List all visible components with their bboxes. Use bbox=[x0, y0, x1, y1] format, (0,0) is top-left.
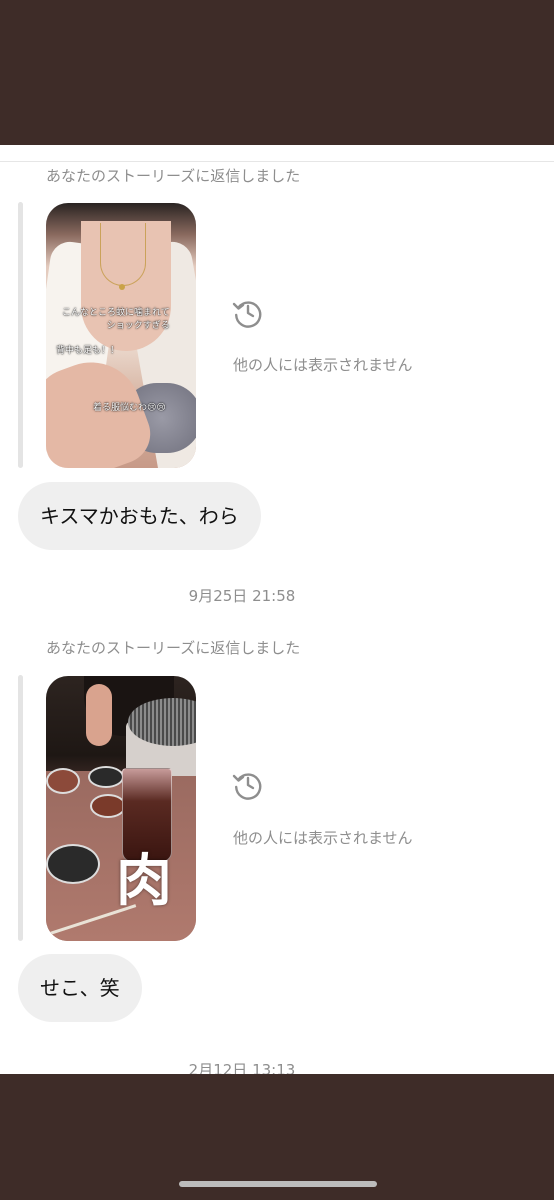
top-dark-area bbox=[0, 0, 554, 145]
history-icon bbox=[232, 301, 262, 328]
story-reply-note: あなたのストーリーズに返信しました bbox=[46, 167, 301, 185]
story-caption: 背中も足も！！ bbox=[56, 346, 120, 356]
photo-plate bbox=[46, 844, 100, 884]
timestamp: 2月12日 13:13 bbox=[188, 1061, 296, 1074]
quote-bar bbox=[18, 202, 23, 468]
story-reply-note: あなたのストーリーズに返信しました bbox=[46, 639, 301, 657]
timestamp: 9月25日 21:58 bbox=[188, 587, 296, 605]
bottom-dark-area bbox=[0, 1074, 554, 1200]
photo-necklace bbox=[100, 223, 146, 286]
photo-plate bbox=[90, 794, 126, 818]
home-indicator[interactable] bbox=[179, 1181, 377, 1187]
message-bubble[interactable]: キスマかおもた、わら bbox=[18, 482, 261, 550]
story-overlay-text: 肉 bbox=[116, 849, 172, 914]
quote-bar bbox=[18, 675, 23, 941]
story-caption: こんなところ蚊に噛まれて ショックすぎる bbox=[62, 308, 170, 331]
visibility-status: 他の人には表示されません bbox=[233, 829, 413, 847]
photo-plate bbox=[46, 768, 80, 794]
photo-pendant bbox=[119, 284, 125, 290]
chat-thread[interactable]: あなたのストーリーズに返信しました こんなところ蚊に噛まれて ショックすぎる 背… bbox=[0, 145, 554, 1074]
visibility-status: 他の人には表示されません bbox=[233, 356, 413, 374]
photo-glass bbox=[122, 768, 172, 862]
photo-plate bbox=[88, 766, 124, 788]
story-thumbnail[interactable]: こんなところ蚊に噛まれて ショックすぎる 背中も足も！！ 着る服悩むわ😢😢 bbox=[46, 203, 196, 468]
story-thumbnail[interactable]: 肉 bbox=[46, 676, 196, 941]
message-bubble[interactable]: せこ、笑 bbox=[18, 954, 142, 1022]
divider bbox=[0, 161, 554, 162]
photo-arm bbox=[86, 684, 112, 746]
story-caption: 着る服悩むわ😢😢 bbox=[93, 403, 166, 413]
history-icon bbox=[232, 773, 262, 800]
